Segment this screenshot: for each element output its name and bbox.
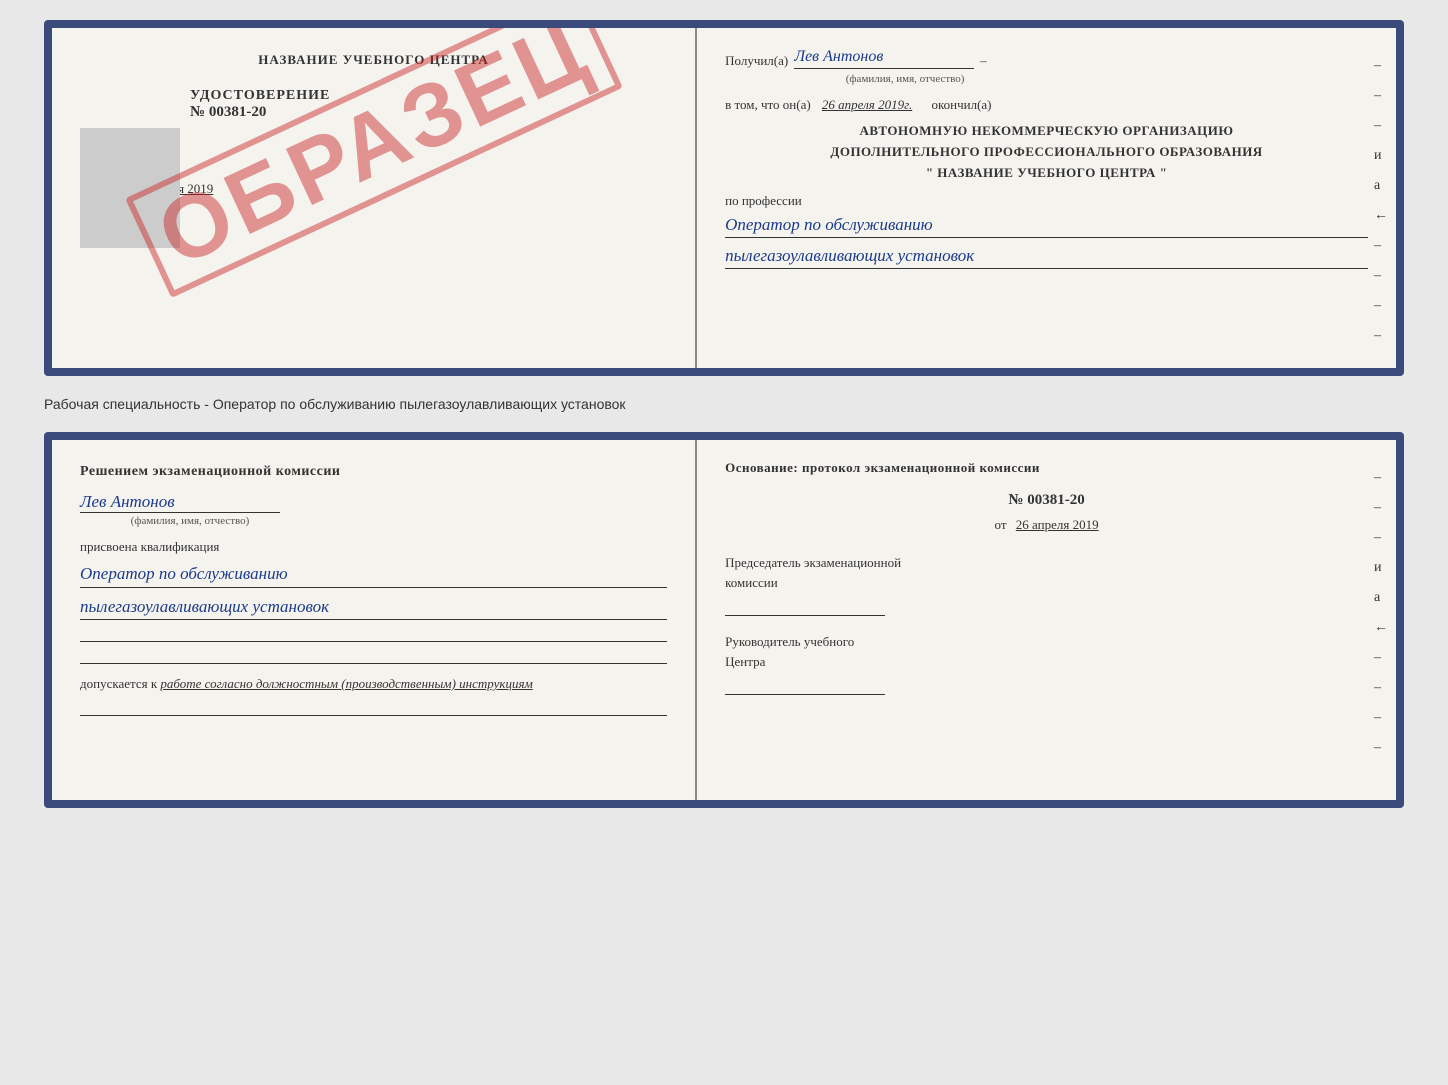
fio-hint-top: (фамилия, имя, отчество): [805, 73, 1005, 85]
vtom-label: в том, что он(а): [725, 97, 811, 112]
qualification-line2: пылегазоулавливающих установок: [80, 594, 667, 621]
blank-line-1: [80, 630, 667, 642]
predsedatel-text: Председатель экзаменационной комиссии: [725, 553, 1368, 592]
ot-date: от 26 апреля 2019: [725, 517, 1368, 533]
profession-line1: Оператор по обслуживанию: [725, 213, 1368, 238]
org-line3: " НАЗВАНИЕ УЧЕБНОГО ЦЕНТРА ": [725, 163, 1368, 184]
prisvoyena-label: присвоена квалификация: [80, 539, 667, 555]
predsedatel-line2: комиссии: [725, 575, 778, 590]
photo-placeholder: [80, 128, 180, 248]
top-doc-left: НАЗВАНИЕ УЧЕБНОГО ЦЕНТРА УДОСТОВЕРЕНИЕ №…: [52, 28, 697, 368]
received-dash: –: [980, 53, 987, 69]
rukovoditel-signature: [725, 675, 885, 695]
predsedatel-line1: Председатель экзаменационной: [725, 555, 901, 570]
bottom-fio-hint: (фамилия, имя, отчество): [80, 515, 300, 527]
blank-line-3: [80, 704, 667, 716]
top-doc-right: Получил(а) Лев Антонов – (фамилия, имя, …: [697, 28, 1396, 368]
top-document: НАЗВАНИЕ УЧЕБНОГО ЦЕНТРА УДОСТОВЕРЕНИЕ №…: [44, 20, 1404, 376]
rukovoditel-text: Руководитель учебного Центра: [725, 632, 1368, 671]
udostoverenie-block: УДОСТОВЕРЕНИЕ № 00381-20: [190, 88, 667, 121]
decision-title: Решением экзаменационной комиссии: [80, 464, 667, 480]
dopuskaetsya-text: допускается к работе согласно должностны…: [80, 674, 667, 694]
rukovoditel-line2: Центра: [725, 654, 765, 669]
ot-label: от: [995, 517, 1007, 532]
org-block: АВТОНОМНУЮ НЕКОММЕРЧЕСКУЮ ОРГАНИЗАЦИЮ ДО…: [725, 121, 1368, 183]
bottom-doc-left: Решением экзаменационной комиссии Лев Ан…: [52, 440, 697, 800]
dopuskaetsya-label: допускается к: [80, 676, 157, 691]
ot-date-value: 26 апреля 2019: [1016, 517, 1099, 532]
blank-line-2: [80, 652, 667, 664]
profession-label: по профессии: [725, 193, 1368, 209]
osnovaniye-label: Основание: протокол экзаменационной коми…: [725, 460, 1368, 476]
predsedatel-signature: [725, 596, 885, 616]
org-line2: ДОПОЛНИТЕЛЬНОГО ПРОФЕССИОНАЛЬНОГО ОБРАЗО…: [725, 142, 1368, 163]
vtom-date: 26 апреля 2019г.: [822, 97, 912, 112]
udostoverenie-title: УДОСТОВЕРЕНИЕ: [190, 88, 667, 104]
bottom-document: Решением экзаменационной комиссии Лев Ан…: [44, 432, 1404, 808]
protocol-number: № 00381-20: [725, 492, 1368, 509]
received-name: Лев Антонов: [794, 48, 974, 69]
qualification-line1: Оператор по обслуживанию: [80, 561, 667, 588]
bottom-doc-right: Основание: протокол экзаменационной коми…: [697, 440, 1396, 800]
bottom-right-dashes: – – – и а ← – – – –: [1374, 470, 1388, 756]
rukovoditel-line1: Руководитель учебного: [725, 634, 854, 649]
received-label: Получил(а): [725, 53, 788, 69]
vtom-end: окончил(а): [931, 97, 991, 112]
profession-line2: пылегазоулавливающих установок: [725, 244, 1368, 269]
separator-text: Рабочая специальность - Оператор по обсл…: [44, 392, 1404, 416]
top-left-header: НАЗВАНИЕ УЧЕБНОГО ЦЕНТРА: [80, 52, 667, 68]
org-line1: АВТОНОМНУЮ НЕКОММЕРЧЕСКУЮ ОРГАНИЗАЦИЮ: [725, 121, 1368, 142]
udostoverenie-number: № 00381-20: [190, 104, 667, 121]
top-right-dashes: – – – и а ← – – – –: [1374, 58, 1388, 344]
bottom-person-name: Лев Антонов: [80, 492, 280, 513]
received-line: Получил(а) Лев Антонов –: [725, 48, 1368, 69]
dopuskaetsya-value: работе согласно должностным (производств…: [160, 676, 532, 691]
vtom-line: в том, что он(а) 26 апреля 2019г. окончи…: [725, 97, 1368, 113]
